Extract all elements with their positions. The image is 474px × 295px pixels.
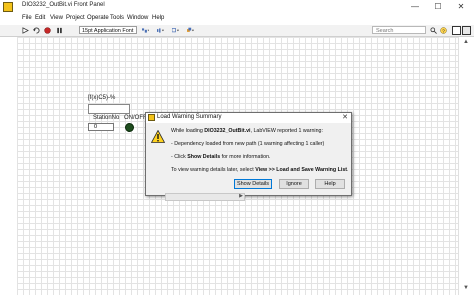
left-margin (0, 37, 18, 295)
help-button[interactable]: Help (315, 179, 345, 189)
vi-icon-thumbnail (462, 26, 471, 35)
station-no-value: 0 (94, 124, 98, 130)
menu-tools[interactable]: Tools (110, 15, 124, 21)
warning-icon (151, 130, 165, 143)
menu-view[interactable]: View (50, 15, 63, 21)
reorder-icon[interactable] (187, 27, 194, 34)
font-select[interactable]: 15pt Application Font (79, 26, 137, 34)
maximize-button[interactable]: ☐ (427, 1, 449, 13)
dialog-title: Load Warning Summary (157, 114, 222, 120)
menu-bar: File Edit View Project Operate Tools Win… (0, 15, 474, 25)
align-objects-icon[interactable] (142, 27, 149, 34)
pause-icon[interactable] (56, 27, 63, 34)
ignore-button[interactable]: Ignore (279, 179, 309, 189)
onoff-led-indicator[interactable] (125, 123, 134, 132)
close-button[interactable]: ✕ (450, 1, 472, 13)
window-title: DIO3232_OutBit.vi Front Panel (22, 2, 105, 8)
distribute-objects-icon[interactable] (157, 27, 164, 34)
search-icon[interactable] (430, 27, 437, 34)
scroll-right-icon[interactable]: ▶ (239, 193, 243, 199)
header-control-box[interactable] (88, 104, 130, 114)
help-icon[interactable]: ? (440, 27, 447, 34)
vertical-scrollbar[interactable]: ▲ ▼ (458, 37, 474, 295)
scroll-up-icon[interactable]: ▲ (463, 39, 469, 45)
menu-project[interactable]: Project (66, 15, 85, 21)
dialog-title-bar: Load Warning Summary ✕ (146, 113, 351, 123)
warning-message-line-2: - Dependency loaded from new path (1 war… (171, 141, 325, 147)
warning-message-line-4: To view warning details later, select Vi… (171, 167, 349, 173)
vi-connector-icon (452, 26, 461, 35)
resize-objects-icon[interactable] (172, 27, 179, 34)
menu-help[interactable]: Help (152, 15, 164, 21)
menu-operate[interactable]: Operate (87, 15, 109, 21)
load-warning-dialog: Load Warning Summary ✕ While loading DIO… (145, 112, 352, 196)
horizontal-scrollbar[interactable]: ▶ (165, 193, 245, 201)
toolbar: 15pt Application Font Search ? (0, 25, 474, 37)
minimize-button[interactable]: — (404, 1, 426, 13)
labview-icon (148, 114, 155, 121)
svg-text:?: ? (442, 28, 445, 34)
onoff-label: ON/OFF (124, 115, 147, 121)
menu-file[interactable]: File (22, 15, 32, 21)
station-no-control[interactable]: 0 (88, 123, 114, 131)
run-continuously-icon[interactable] (33, 27, 40, 34)
scroll-down-icon[interactable]: ▼ (463, 285, 469, 291)
panel-header-label: [f(x)C5)-% (88, 95, 116, 101)
menu-edit[interactable]: Edit (35, 15, 45, 21)
abort-icon[interactable] (44, 27, 51, 34)
window-title-bar: DIO3232_OutBit.vi Front Panel — ☐ ✕ (0, 0, 474, 15)
run-arrow-icon[interactable] (22, 27, 29, 34)
warning-message-line-3: - Click Show Details for more informatio… (171, 154, 271, 160)
warning-message-line-1: While loading DIO3232_OutBit.vi, LabVIEW… (171, 128, 323, 134)
search-input[interactable]: Search (372, 26, 426, 34)
show-details-button[interactable]: Show Details (234, 179, 272, 189)
station-no-label: StationNo (93, 115, 120, 121)
dialog-close-icon[interactable]: ✕ (342, 113, 348, 121)
menu-window[interactable]: Window (127, 15, 148, 21)
labview-vi-icon (3, 2, 13, 12)
